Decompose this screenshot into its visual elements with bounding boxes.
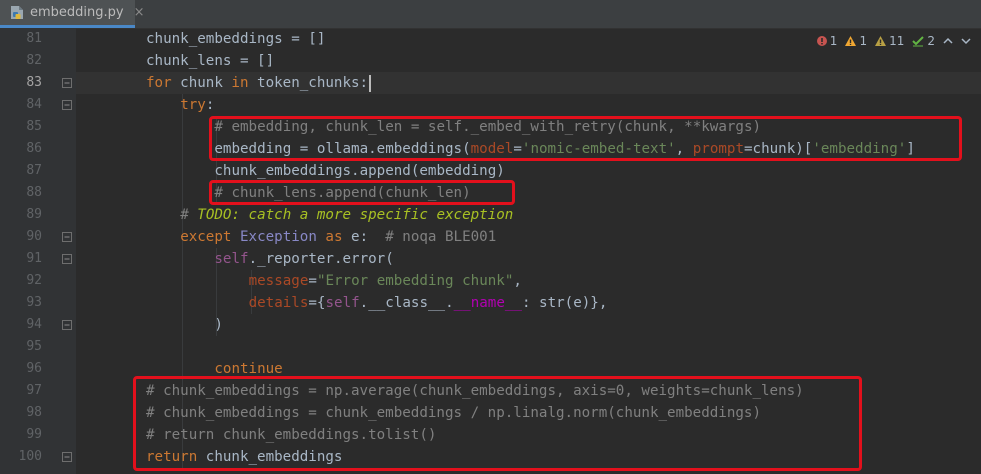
error-icon — [816, 36, 827, 46]
fold-marker-icon[interactable] — [62, 232, 72, 242]
code-token: # noqa BLE001 — [385, 229, 497, 245]
code-token: try — [180, 97, 206, 113]
typos-indicator[interactable]: 2 — [912, 34, 935, 48]
typo-check-icon — [912, 35, 925, 46]
line-number: 92 — [26, 273, 42, 288]
code-token: details — [248, 295, 309, 311]
text-caret — [369, 74, 372, 92]
code-token: in — [231, 75, 249, 91]
code-line: for chunk in token_chunks: — [146, 72, 372, 94]
chevron-up-icon[interactable] — [943, 37, 953, 45]
line-number: 94 — [26, 317, 42, 332]
code-token: Exception — [239, 229, 317, 245]
line-number: 96 — [26, 361, 42, 376]
code-token: chunk_lens = [] — [146, 53, 275, 69]
chevron-down-icon[interactable] — [961, 37, 971, 45]
typos-count: 2 — [927, 34, 935, 48]
code-token: ) — [214, 317, 223, 333]
code-token: .__class__. — [359, 295, 454, 311]
fold-marker-icon[interactable] — [62, 320, 72, 330]
fold-marker-icon[interactable] — [62, 100, 72, 110]
code-token: as — [325, 229, 343, 245]
line-number: 81 — [26, 31, 42, 46]
code-line: ) — [214, 314, 223, 336]
code-token: self — [214, 251, 249, 267]
line-number: 86 — [26, 141, 42, 156]
editor-tab-bar: embedding.py × — [0, 0, 981, 29]
code-token: , — [513, 273, 522, 289]
code-token: token_chunks: — [248, 75, 369, 91]
code-token: # — [180, 207, 198, 223]
line-number: 97 — [26, 383, 42, 398]
tab-embedding-py[interactable]: embedding.py × — [0, 0, 145, 28]
code-token: ._reporter.error( — [248, 251, 394, 267]
python-file-icon — [10, 5, 24, 20]
line-number: 95 — [26, 339, 42, 354]
warning-icon — [845, 36, 857, 46]
fold-marker-icon[interactable] — [62, 254, 72, 264]
code-token: : — [205, 97, 215, 113]
line-number: 89 — [26, 207, 42, 222]
fold-marker-icon[interactable] — [62, 78, 72, 88]
close-tab-icon[interactable]: × — [134, 5, 145, 20]
code-token: message — [248, 273, 309, 289]
code-token: e: — [342, 229, 386, 245]
code-token: self — [325, 295, 360, 311]
code-token: chunk — [171, 75, 232, 91]
highlight-box-chunk-lens-append — [209, 180, 515, 205]
code-token: continue — [214, 361, 283, 377]
highlight-box-commented-return — [133, 376, 862, 471]
code-line: details={self.__class__.__name__: str(e)… — [249, 292, 608, 314]
fold-marker-icon[interactable] — [62, 452, 72, 462]
line-number: 100 — [18, 449, 42, 464]
line-number: 99 — [26, 427, 42, 442]
line-number: 90 — [26, 229, 42, 244]
code-token: : str(e)}, — [521, 295, 608, 311]
line-number: 85 — [26, 119, 42, 134]
code-line: chunk_embeddings.append(embedding) — [214, 160, 504, 182]
tab-label: embedding.py — [30, 5, 124, 20]
code-line: self._reporter.error( — [214, 248, 393, 270]
line-number: 88 — [26, 185, 42, 200]
highlight-box-embedding-call — [209, 116, 962, 161]
line-number: 84 — [26, 97, 42, 112]
code-line: chunk_embeddings = [] — [146, 28, 325, 50]
weak-warnings-count: 11 — [889, 34, 905, 48]
line-number: 82 — [26, 53, 42, 68]
warnings-indicator[interactable]: 1 — [845, 34, 867, 48]
code-token: for — [146, 75, 172, 91]
weak-warnings-indicator[interactable]: 11 — [875, 34, 904, 48]
code-line: message="Error embedding chunk", — [249, 270, 522, 292]
code-line: chunk_lens = [] — [146, 50, 274, 72]
code-line: # TODO: catch a more specific exception — [180, 204, 513, 226]
code-token: "Error embedding chunk" — [316, 273, 514, 289]
line-number: 93 — [26, 295, 42, 310]
line-number: 87 — [26, 163, 42, 178]
line-number: 91 — [26, 251, 42, 266]
code-token: = — [308, 273, 317, 289]
warnings-count: 1 — [859, 34, 868, 48]
code-token: chunk_embeddings = [] — [146, 31, 326, 47]
code-token: except — [180, 229, 232, 245]
line-number: 83 — [26, 75, 42, 90]
code-token: __name__ — [453, 295, 522, 311]
code-line: try: — [180, 94, 214, 116]
line-number-gutter: 81 82 83 84 85 86 87 88 89 90 91 92 93 94 95 96 97 98 99 10… — [0, 28, 76, 474]
code-line: except Exception as e: # noqa BLE001 — [180, 226, 496, 248]
errors-count: 1 — [829, 34, 838, 48]
inspection-widget[interactable]: 1 1 11 2 — [816, 34, 971, 48]
code-token: TODO: catch a more specific exception — [197, 207, 514, 223]
errors-indicator[interactable]: 1 — [816, 34, 838, 48]
code-token: chunk_embeddings.append(embedding) — [214, 163, 505, 179]
code-token: ={ — [308, 295, 326, 311]
line-number: 98 — [26, 405, 42, 420]
weak-warning-icon — [875, 36, 887, 46]
